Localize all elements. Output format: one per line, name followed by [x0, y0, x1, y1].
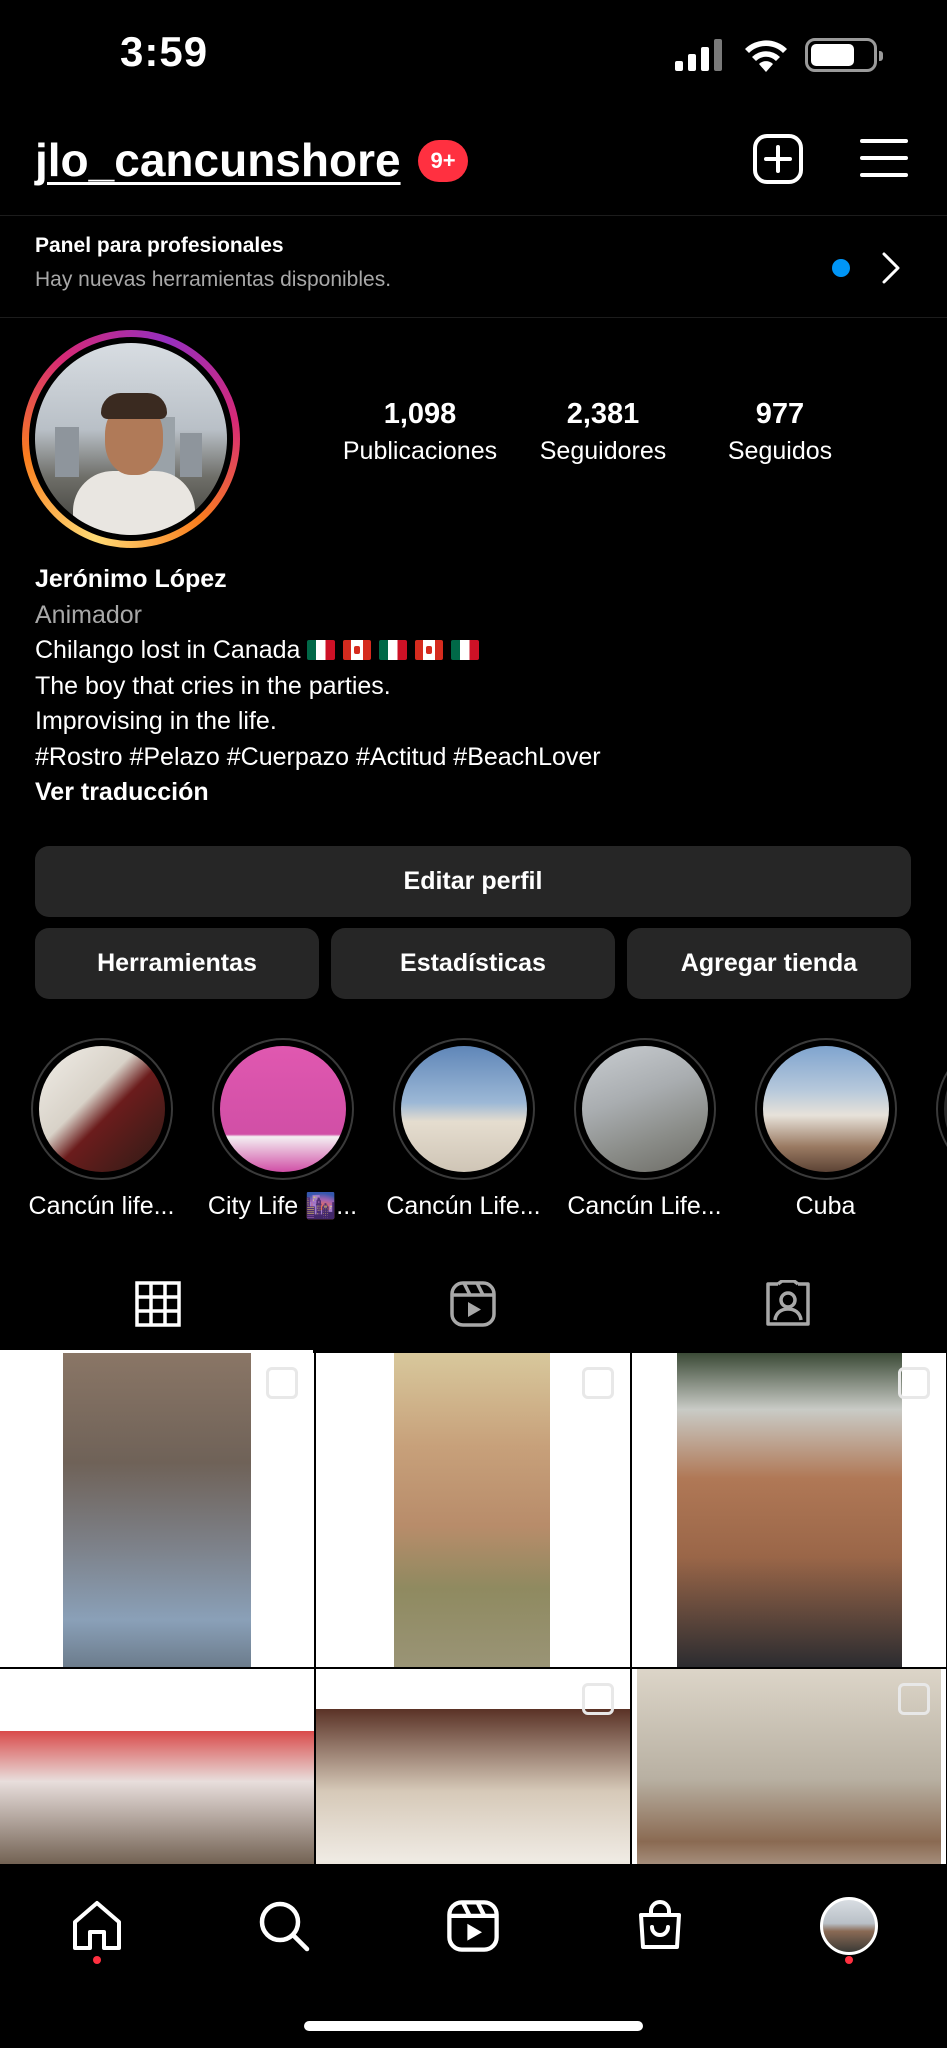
nav-home[interactable] [65, 1894, 129, 1958]
multiple-photos-icon [582, 1683, 614, 1715]
highlight-item[interactable]: Cancún Life... [554, 1038, 735, 1221]
new-indicator-dot [832, 259, 850, 277]
display-name: Jerónimo López [35, 565, 227, 593]
notification-badge[interactable]: 9+ [418, 140, 468, 182]
bio-line-1: Chilango lost in Canada [35, 633, 915, 669]
profile-avatar [820, 1897, 878, 1955]
post-thumbnail[interactable] [316, 1353, 630, 1667]
see-translation-link[interactable]: Ver traducción [35, 775, 915, 811]
mexico-flag-icon [451, 640, 480, 660]
status-bar: 3:59 [0, 0, 947, 112]
category-label: Animador [35, 600, 142, 629]
mexico-flag-icon [307, 640, 336, 660]
canada-flag-icon [415, 640, 444, 660]
username-switcher[interactable]: jlo_cancunshore [35, 133, 401, 187]
highlight-item[interactable]: Cancún life... [11, 1038, 192, 1221]
mexico-flag-icon [379, 640, 408, 660]
nav-reels[interactable] [441, 1894, 505, 1958]
highlight-cover [400, 1046, 527, 1172]
bio-line-3: Improvising in the life. [35, 707, 277, 735]
home-indicator-bar[interactable] [304, 2021, 643, 2031]
story-highlights: Cancún life... City Life 🌆... Cancún Lif… [0, 1038, 947, 1223]
reels-icon [449, 1281, 496, 1327]
posts-count[interactable]: 1,098 Publicaciones [330, 398, 510, 466]
edit-profile-button[interactable]: Editar perfil [35, 846, 911, 917]
profile-header: jlo_cancunshore 9+ [0, 125, 947, 205]
tab-posts-grid[interactable] [0, 1255, 315, 1353]
search-icon [259, 1901, 310, 1952]
status-time: 3:59 [120, 28, 209, 75]
tools-button[interactable]: Herramientas [35, 928, 319, 999]
multiple-photos-icon [266, 1367, 298, 1399]
reels-icon [447, 1900, 499, 1952]
profile-activity-dot [845, 1956, 853, 1964]
battery-icon [805, 38, 883, 72]
tagged-icon [765, 1280, 810, 1326]
highlight-cover [38, 1046, 165, 1172]
tab-reels[interactable] [315, 1255, 630, 1353]
create-post-icon[interactable] [752, 133, 804, 185]
insights-button[interactable]: Estadísticas [331, 928, 615, 999]
profile-photo [35, 343, 227, 535]
status-icons [675, 38, 883, 72]
post-thumbnail[interactable] [0, 1669, 314, 1864]
highlight-item[interactable]: Cancún Life... [373, 1038, 554, 1221]
bio-line-2: The boy that cries in the parties. [35, 671, 391, 700]
shop-icon [639, 1900, 681, 1949]
canada-flag-icon [343, 640, 372, 660]
nav-profile[interactable] [817, 1894, 881, 1958]
highlight-item[interactable]: City Life 🌆... [192, 1038, 373, 1221]
multiple-photos-icon [582, 1367, 614, 1399]
tab-tagged[interactable] [630, 1255, 945, 1353]
post-thumbnail[interactable] [316, 1669, 630, 1864]
post-thumbnail[interactable] [0, 1353, 314, 1667]
followers-count[interactable]: 2,381 Seguidores [513, 398, 693, 466]
following-count[interactable]: 977 Seguidos [690, 398, 870, 466]
posts-grid [0, 1353, 947, 1864]
profile-tabs [0, 1255, 947, 1353]
profile-stats: 1,098 Publicaciones 2,381 Seguidores 977… [330, 398, 890, 468]
flag-icons [307, 636, 487, 664]
post-thumbnail[interactable] [632, 1669, 946, 1864]
nav-search[interactable] [252, 1894, 316, 1958]
dashboard-subtitle: Hay nuevas herramientas disponibles. [35, 268, 392, 291]
chevron-right-icon [882, 252, 900, 284]
highlight-item[interactable] [916, 1038, 947, 1180]
wifi-icon [745, 40, 787, 72]
highlight-cover [762, 1046, 889, 1172]
highlight-cover [581, 1046, 708, 1172]
professional-dashboard-banner[interactable]: Panel para profesionales Hay nuevas herr… [0, 215, 947, 318]
nav-shop[interactable] [628, 1894, 692, 1958]
cellular-signal-icon [675, 39, 722, 71]
dashboard-title: Panel para profesionales [35, 234, 284, 257]
home-icon [73, 1901, 121, 1950]
bottom-navigation [0, 1864, 947, 2048]
multiple-photos-icon [898, 1367, 930, 1399]
home-activity-dot [93, 1956, 101, 1964]
profile-avatar[interactable] [22, 330, 240, 548]
grid-icon [134, 1281, 181, 1327]
multiple-photos-icon [898, 1683, 930, 1715]
highlight-cover [219, 1046, 346, 1172]
add-shop-button[interactable]: Agregar tienda [627, 928, 911, 999]
highlight-item[interactable]: Cuba [735, 1038, 916, 1221]
bio-hashtags[interactable]: #Rostro #Pelazo #Cuerpazo #Actitud #Beac… [35, 740, 915, 776]
post-thumbnail[interactable] [632, 1353, 946, 1667]
highlight-cover [943, 1046, 947, 1172]
profile-bio: Jerónimo López Animador Chilango lost in… [35, 562, 915, 811]
hamburger-menu-icon[interactable] [860, 137, 908, 179]
